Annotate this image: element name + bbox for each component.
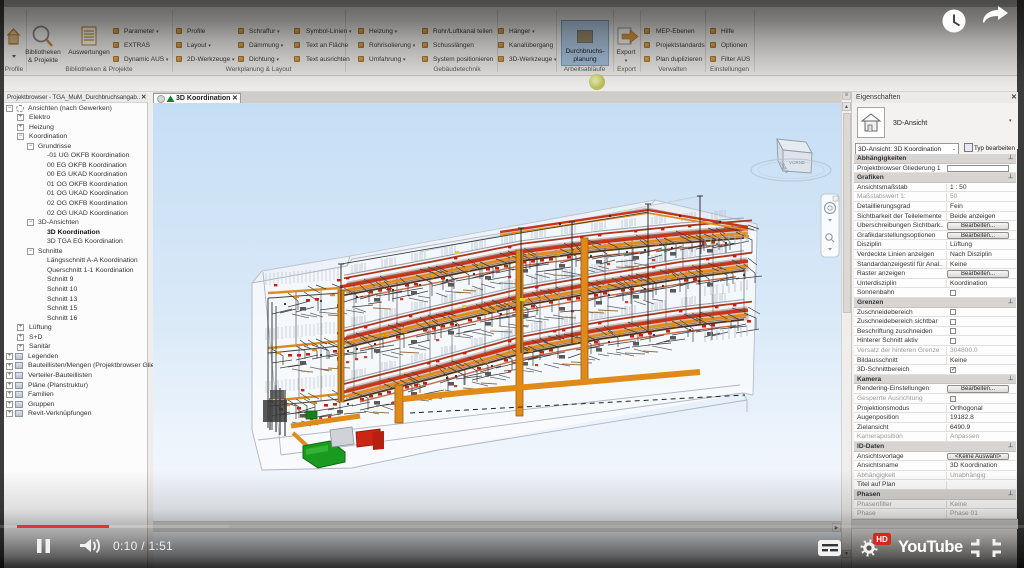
svg-text:HD: HD xyxy=(876,535,888,544)
